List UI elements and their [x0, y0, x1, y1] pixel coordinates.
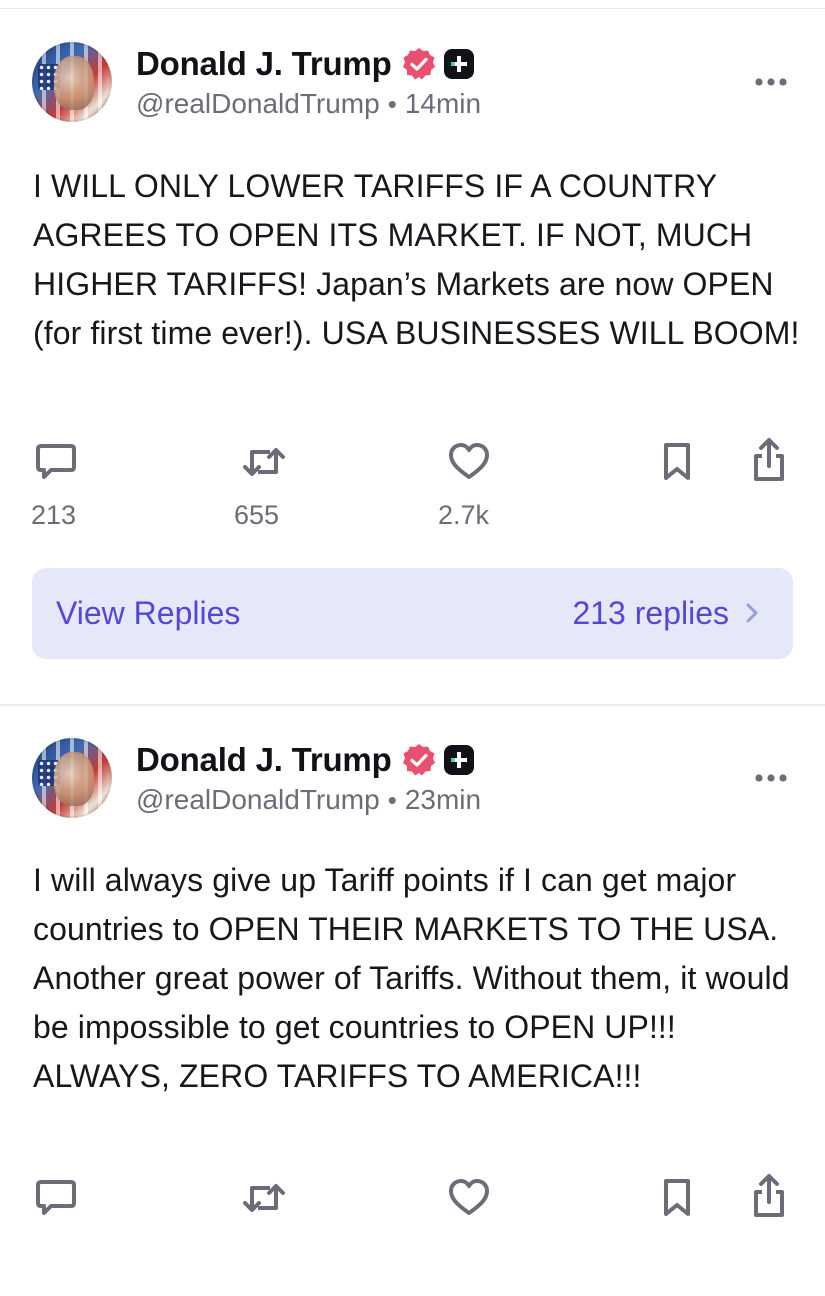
like-button[interactable]	[446, 440, 506, 484]
author-handle[interactable]: @realDonaldTrump	[136, 784, 380, 816]
more-horizontal-icon[interactable]	[753, 772, 789, 784]
share-button[interactable]	[748, 436, 808, 484]
verified-badge-icon	[402, 744, 435, 776]
share-icon	[754, 438, 784, 481]
bookmark-icon	[664, 443, 690, 480]
comment-icon	[36, 1180, 76, 1215]
repost-icon	[243, 448, 285, 476]
like-count: 2.7k	[438, 500, 490, 530]
share-button[interactable]	[748, 1172, 808, 1220]
heart-icon	[449, 443, 489, 479]
handle-row: @realDonaldTrump • 23min	[136, 784, 481, 816]
plus-badge-icon	[443, 745, 474, 775]
post-actions	[0, 1174, 825, 1296]
post-actions: 213 655 2.7k	[0, 438, 825, 560]
reply-button[interactable]	[33, 440, 93, 484]
plus-badge-icon	[443, 49, 474, 79]
like-button[interactable]	[446, 1176, 506, 1220]
post-text: I will always give up Tariff points if I…	[33, 862, 790, 1094]
bookmark-icon	[664, 1179, 690, 1216]
separator-dot: •	[387, 784, 397, 815]
bookmark-button[interactable]	[660, 440, 720, 484]
bookmark-button[interactable]	[660, 1176, 720, 1220]
view-replies-bar[interactable]: View Replies 213 replies	[32, 568, 793, 659]
avatar[interactable]	[32, 42, 112, 122]
more-horizontal-icon[interactable]	[753, 76, 789, 88]
post-text: I WILL ONLY LOWER TARIFFS IF A COUNTRY A…	[33, 168, 800, 351]
author-row: Donald J. Trump	[136, 740, 474, 780]
separator-dot: •	[387, 88, 397, 119]
post-timestamp: 23min	[404, 784, 482, 815]
author-name[interactable]: Donald J. Trump	[136, 741, 392, 779]
post-timestamp: 14min	[404, 88, 482, 119]
author-name[interactable]: Donald J. Trump	[136, 45, 392, 83]
heart-icon	[449, 1179, 489, 1215]
share-icon	[754, 1174, 784, 1217]
avatar-portrait	[54, 56, 94, 110]
avatar[interactable]	[32, 738, 112, 818]
top-divider	[0, 8, 825, 9]
reply-button[interactable]	[33, 1176, 93, 1220]
reply-count: 213	[31, 500, 77, 530]
handle-row: @realDonaldTrump • 14min	[136, 88, 481, 120]
view-replies-label[interactable]: View Replies	[56, 595, 240, 632]
avatar-portrait	[54, 752, 94, 806]
replies-count-label: 213 replies	[572, 595, 729, 631]
repost-icon	[243, 1184, 285, 1212]
post-divider	[0, 704, 825, 706]
verified-badge-icon	[402, 48, 435, 80]
repost-count: 655	[234, 500, 280, 530]
repost-button[interactable]	[240, 440, 300, 484]
repost-button[interactable]	[240, 1176, 300, 1220]
author-handle[interactable]: @realDonaldTrump	[136, 88, 380, 120]
comment-icon	[36, 444, 76, 479]
author-row: Donald J. Trump	[136, 44, 474, 84]
chevron-right-icon	[746, 603, 758, 623]
